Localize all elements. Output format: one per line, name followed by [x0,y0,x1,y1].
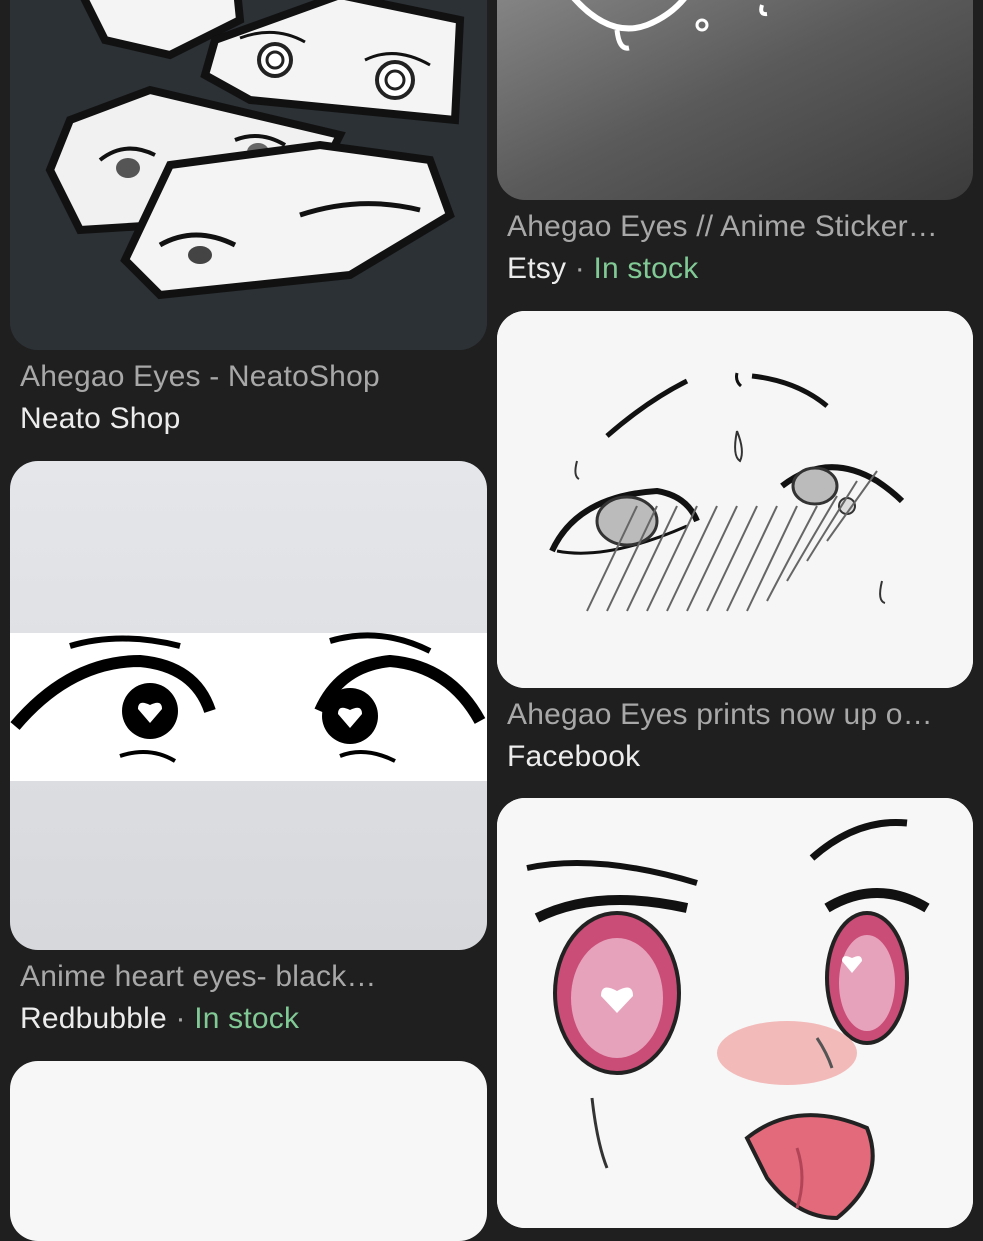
anime-eyes-stickers-image [10,0,487,350]
result-source: Facebook [507,740,641,773]
result-source-line: Etsy · In stock [507,252,698,286]
result-source-line: Facebook [507,740,640,774]
result-source-line: Neato Shop [20,402,180,436]
separator-dot: · [175,1002,195,1035]
result-thumbnail[interactable] [10,0,487,350]
availability-badge: In stock [593,252,699,285]
result-source: Neato Shop [20,402,181,435]
result-thumbnail[interactable] [497,311,973,688]
result-title[interactable]: Ahegao Eyes // Anime Sticker… [507,210,967,244]
anime-face-pink-eyes-image [497,798,973,1228]
anime-eyes-sketch-image [497,311,973,688]
result-source: Etsy [507,252,567,285]
result-source-line: Redbubble · In stock [20,1002,299,1036]
result-thumbnail[interactable] [497,0,973,200]
result-thumbnail[interactable] [497,798,973,1228]
result-title[interactable]: Ahegao Eyes prints now up o… [507,698,967,732]
result-thumbnail[interactable] [10,1061,487,1241]
anime-eyes-sticker-gray-image [497,0,973,200]
separator-dot: · [574,252,594,285]
result-title[interactable]: Ahegao Eyes - NeatoShop [20,360,480,394]
result-source: Redbubble [20,1002,167,1035]
result-thumbnail[interactable] [10,461,487,950]
anime-heart-eyes-image [10,461,487,950]
result-title[interactable]: Anime heart eyes- black… [20,960,480,994]
availability-badge: In stock [194,1002,300,1035]
